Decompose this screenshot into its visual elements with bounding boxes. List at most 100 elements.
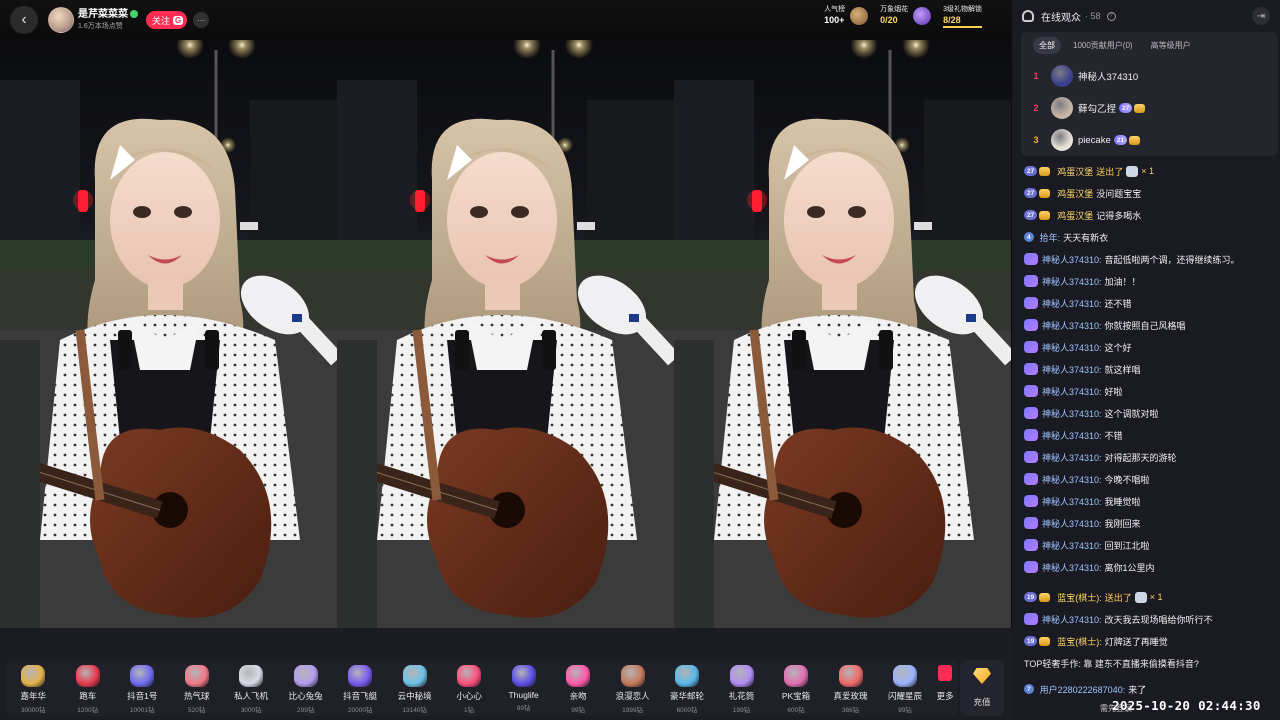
chat-message[interactable]: 27 鸡蛋汉堡 记得多喝水 — [1024, 206, 1141, 224]
gift-item[interactable]: 亲吻 99钻 — [551, 660, 605, 716]
chat-nickname[interactable]: 神秘人374310: — [1042, 473, 1102, 486]
chat-message[interactable]: 神秘人374310: 今晚不唱啦 — [1024, 470, 1150, 488]
chat-message[interactable]: 神秘人374310: 就这样唱 — [1024, 360, 1141, 378]
chat-nickname[interactable]: 鸡蛋汉堡 — [1057, 187, 1093, 200]
gift-item[interactable]: 小心心 1钻 — [442, 660, 496, 716]
chat-nickname[interactable]: 神秘人374310: — [1042, 561, 1102, 574]
medal-icon — [1134, 103, 1146, 113]
audience-row[interactable]: 2 藓勾乙捏 27 — [1021, 92, 1146, 124]
chat-nickname[interactable]: 神秘人374310: — [1042, 407, 1102, 420]
gift-price: 99钻 — [898, 707, 912, 714]
chat-nickname[interactable]: 神秘人374310: — [1042, 319, 1102, 332]
chat-message[interactable]: 神秘人374310: 这个调就对啦 — [1024, 404, 1159, 422]
chat-message[interactable]: 神秘人374310: 回到江北啦 — [1024, 536, 1150, 554]
chat-text: 这个调就对啦 — [1104, 408, 1159, 419]
back-button[interactable]: ‹ — [10, 6, 38, 34]
chat-nickname[interactable]: 神秘人374310: — [1042, 297, 1102, 310]
more-options-button[interactable]: ··· — [193, 12, 210, 28]
gift-item[interactable]: 豪华邮轮 6000钻 — [660, 660, 714, 716]
gift-item[interactable]: 抖音飞艇 20000钻 — [333, 660, 387, 716]
chat-message[interactable]: 神秘人374310: 好啦 — [1024, 382, 1123, 400]
audience-row[interactable]: 1 神秘人374310 — [1021, 60, 1138, 92]
stat-value: 8/28 — [943, 15, 961, 25]
chat-message[interactable]: 27 鸡蛋汉堡 没问题宝宝 — [1024, 184, 1141, 202]
chat-message[interactable]: 神秘人374310: 还不错 — [1024, 294, 1132, 312]
gift-name: 抖音1号 — [127, 691, 158, 701]
gift-item[interactable]: 云中秘境 13140钻 — [387, 660, 441, 716]
chat-message[interactable]: 神秘人374310: 离你1公里内 — [1024, 558, 1155, 576]
gift-icon — [293, 665, 318, 687]
stat-value: 0/20 — [880, 15, 898, 25]
gift-item[interactable]: 浪漫恋人 1999钻 — [605, 660, 659, 716]
chat-nickname[interactable]: 神秘人374310: — [1042, 613, 1102, 626]
mystery-user-icon — [1024, 613, 1038, 625]
gift-item[interactable]: 跑车 1200钻 — [60, 660, 114, 716]
gift-item[interactable]: 私人飞机 3000钻 — [224, 660, 278, 716]
chat-message[interactable]: 神秘人374310: 改天我去现场唱给你听行不 — [1024, 610, 1213, 628]
chat-nickname[interactable]: 蓝宝(棋士): — [1057, 591, 1102, 604]
gift-item[interactable]: 比心兔兔 299钻 — [278, 660, 332, 716]
level-badge: 19 — [1024, 636, 1038, 646]
chat-nickname[interactable]: 神秘人374310: — [1042, 517, 1102, 530]
chat-message[interactable]: 7 用户2280222687040: 来了 — [1024, 680, 1146, 698]
chat-message[interactable]: 神秘人374310: 这个好 — [1024, 338, 1132, 356]
chat-message[interactable]: 19 蓝宝(棋士): 灯牌送了再睡觉 — [1024, 632, 1168, 650]
gift-item[interactable]: 热气球 520钻 — [169, 660, 223, 716]
fan-club-badge: G — [173, 15, 184, 25]
audience-title: 在线观众 — [1041, 12, 1081, 24]
chat-text: 记得多喝水 — [1096, 210, 1142, 221]
popularity-rank[interactable]: 人气榜 100+ — [824, 6, 869, 25]
chat-nickname[interactable]: 神秘人374310: — [1042, 385, 1102, 398]
recharge-button[interactable]: 充值 — [960, 660, 1004, 716]
help-icon[interactable]: ? — [1106, 11, 1116, 21]
chat-message[interactable]: 神秘人374310: 你就按照自己风格唱 — [1024, 316, 1186, 334]
host-avatar[interactable] — [48, 7, 74, 33]
chat-nickname[interactable]: 神秘人374310: — [1042, 495, 1102, 508]
gift-item[interactable]: 嘉年华 30000钻 — [6, 660, 60, 716]
chat-message[interactable]: 神秘人374310: 对得起那天的游轮 — [1024, 448, 1177, 466]
tab-all[interactable]: 全部 — [1033, 37, 1061, 54]
live-video[interactable] — [0, 40, 1012, 628]
follow-button[interactable]: 关注 G — [146, 11, 188, 29]
gift-unlock-progress[interactable]: 3级礼物解锁 8/28 — [943, 6, 982, 28]
chat-nickname[interactable]: 神秘人374310: — [1042, 429, 1102, 442]
chat-nickname[interactable]: 神秘人374310: — [1042, 253, 1102, 266]
gift-item[interactable]: Thuglife 99钻 — [496, 660, 550, 716]
mystery-user-icon — [1024, 495, 1038, 507]
chat-message[interactable]: TOP轻奢手作: 靠 建东不直播来偷摸看抖音? — [1024, 654, 1199, 672]
chat-message[interactable]: 19 蓝宝(棋士): 送出了 × 1 — [1024, 588, 1163, 606]
more-gifts-button[interactable]: 更多 — [932, 660, 958, 716]
chat-nickname[interactable]: 神秘人374310: — [1042, 539, 1102, 552]
chat-nickname[interactable]: 神秘人374310: — [1042, 275, 1102, 288]
chat-message[interactable]: 神秘人374310: 不错 — [1024, 426, 1123, 444]
gift-item[interactable]: 闪耀星辰 99钻 — [878, 660, 932, 716]
chat-nickname[interactable]: 用户2280222687040: — [1040, 683, 1126, 696]
tab-high-level[interactable]: 高等级用户 — [1145, 37, 1197, 54]
chat-message[interactable]: 神秘人374310: 我刚回来 — [1024, 514, 1141, 532]
fireworks-progress[interactable]: 万象烟花 0/20 — [880, 6, 932, 25]
gift-item[interactable]: 真爱玫瑰 366钻 — [823, 660, 877, 716]
host-info[interactable]: 是芹菜菜菜 1.6万本场点赞 — [78, 10, 138, 30]
chat-nickname[interactable]: 鸡蛋汉堡 — [1057, 209, 1093, 222]
chat-nickname[interactable]: 神秘人374310: — [1042, 341, 1102, 354]
chat-message[interactable]: 神秘人374310: 音起低啦两个调，还得继续练习。 — [1024, 250, 1240, 268]
chat-nickname[interactable]: 鸡蛋汉堡 — [1057, 165, 1093, 178]
chat-nickname[interactable]: 神秘人374310: — [1042, 451, 1102, 464]
audience-row[interactable]: 3 piecake 21 — [1021, 124, 1140, 156]
gift-name: 亲吻 — [569, 691, 587, 701]
chat-message[interactable]: 神秘人374310: 我睡觉啦 — [1024, 492, 1141, 510]
chat-message[interactable]: 4 拾年: 天天有新衣 — [1024, 228, 1108, 246]
chat-message[interactable]: 神秘人374310: 加油！！ — [1024, 272, 1141, 290]
collapse-panel-icon[interactable]: ⇥ — [1252, 7, 1270, 25]
gift-item[interactable]: 抖音1号 10001钻 — [115, 660, 169, 716]
mystery-user-icon — [1024, 429, 1038, 441]
gift-icon — [239, 665, 264, 687]
chat-nickname[interactable]: 蓝宝(棋士): — [1057, 635, 1102, 648]
chat-nickname[interactable]: 拾年: — [1040, 231, 1061, 244]
tab-contributors[interactable]: 1000贡献用户(0) — [1067, 37, 1139, 54]
gift-item[interactable]: 礼花筒 199钻 — [714, 660, 768, 716]
chat-nickname[interactable]: 神秘人374310: — [1042, 363, 1102, 376]
gift-item[interactable]: PK宝箱 600钻 — [769, 660, 823, 716]
level-badge: 27 — [1024, 210, 1038, 220]
chat-message[interactable]: 27 鸡蛋汉堡 送出了 × 1 — [1024, 162, 1154, 180]
